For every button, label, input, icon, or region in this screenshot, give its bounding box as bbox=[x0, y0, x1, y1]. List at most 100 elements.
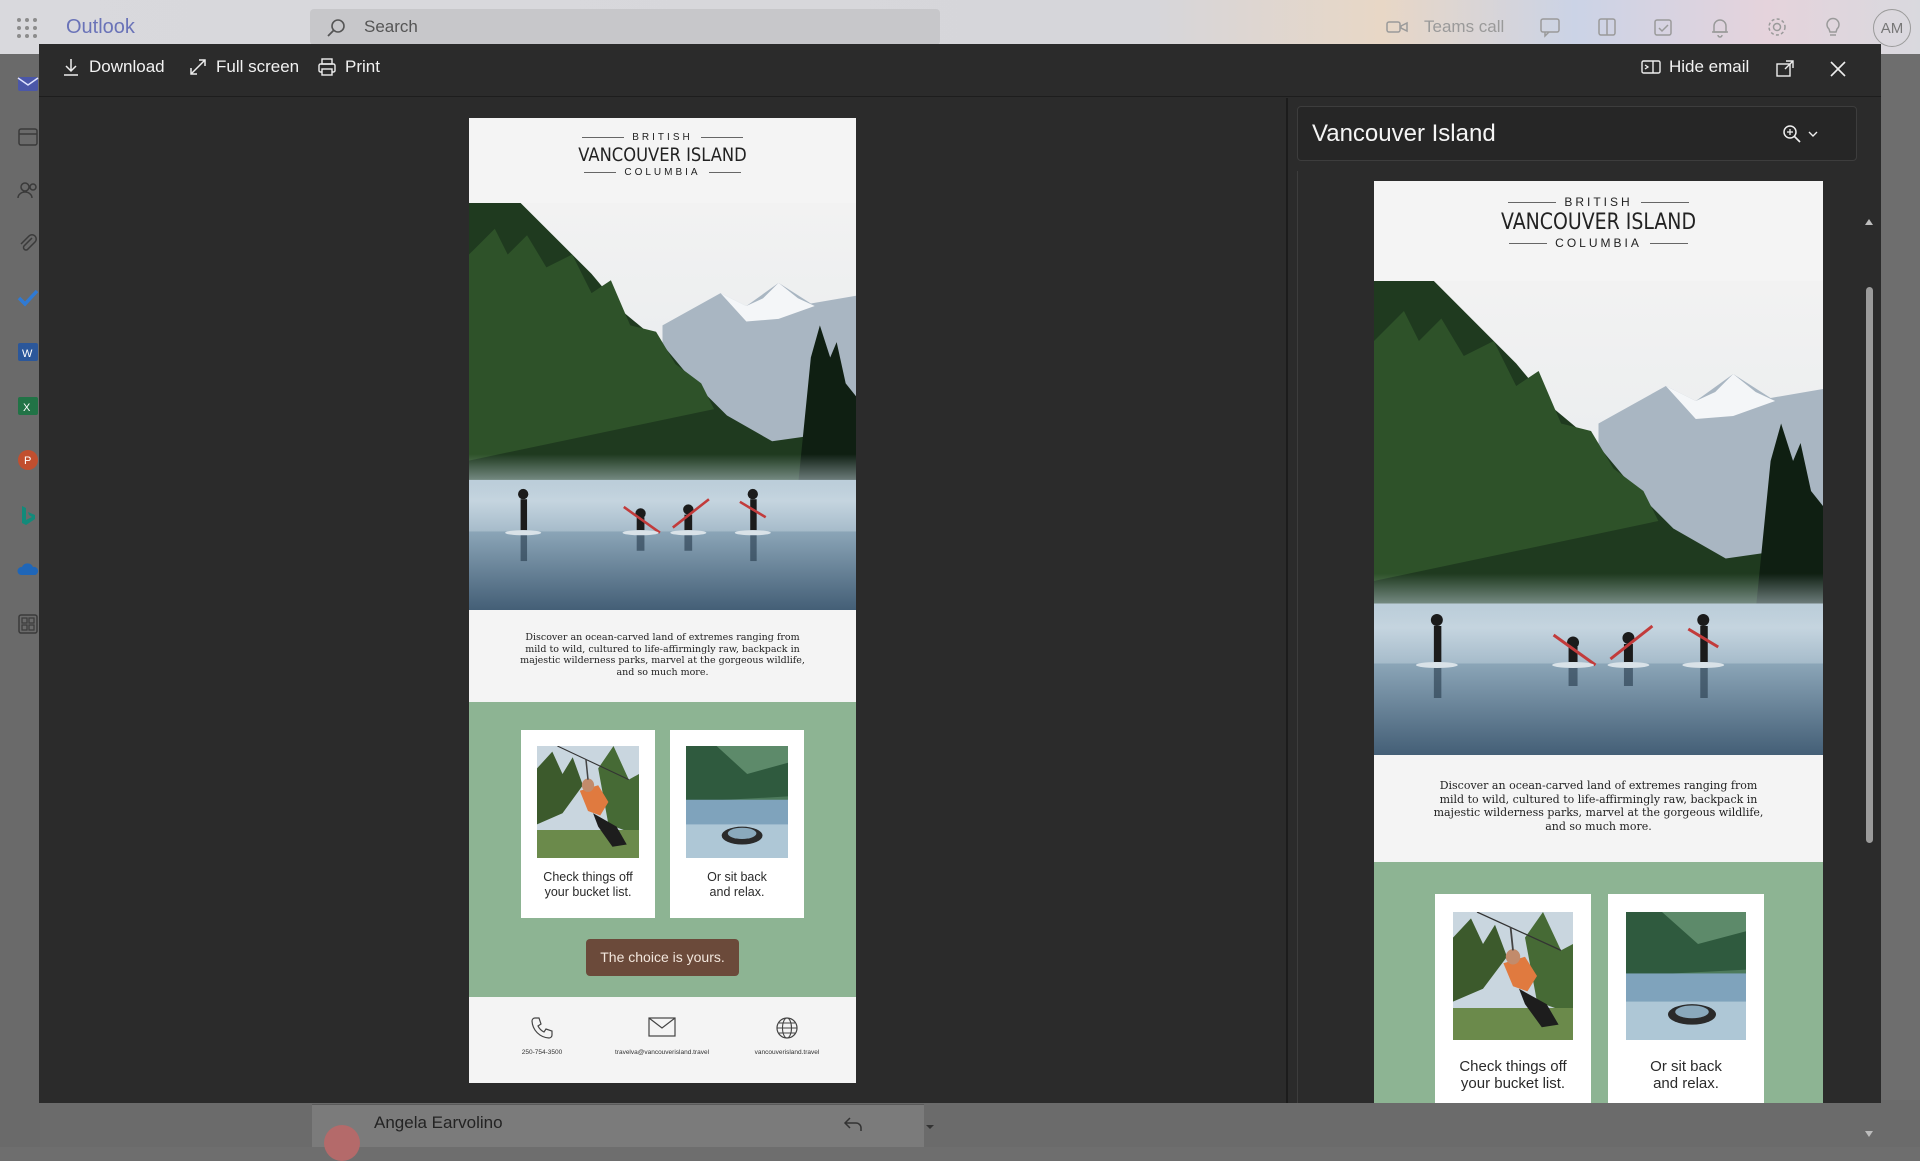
tile-caption-line: and relax. bbox=[1653, 1075, 1719, 1092]
globe-icon bbox=[737, 1015, 837, 1041]
teams-call-button[interactable]: Teams call bbox=[1386, 17, 1504, 37]
viewer-divider bbox=[1286, 98, 1288, 1103]
todo-rail-icon[interactable] bbox=[16, 286, 40, 310]
intro-line: mild to wild, cultured to life-affirming… bbox=[1439, 792, 1758, 806]
tile-caption-line: your bucket list. bbox=[544, 885, 632, 899]
app-launcher-icon[interactable] bbox=[16, 17, 38, 39]
hero-photo bbox=[1374, 281, 1823, 755]
my-day-icon[interactable] bbox=[1652, 16, 1674, 38]
pop-out-button[interactable] bbox=[1775, 59, 1795, 79]
teams-call-label: Teams call bbox=[1424, 17, 1505, 36]
mail-rail-icon[interactable] bbox=[16, 72, 40, 96]
intro-paragraph: Discover an ocean-carved land of extreme… bbox=[1374, 779, 1823, 833]
tile-relax[interactable]: Or sit back and relax. bbox=[1608, 894, 1764, 1103]
intro-paragraph: Discover an ocean-carved land of extreme… bbox=[469, 632, 856, 678]
bing-rail-icon[interactable] bbox=[16, 504, 40, 528]
chevron-down-icon bbox=[1808, 130, 1818, 138]
scroll-up-arrow[interactable] bbox=[1865, 219, 1873, 225]
attachment-viewer: Download Full screen Print Hide email BR… bbox=[39, 44, 1881, 1137]
zipline-photo bbox=[537, 746, 639, 858]
intro-line: Discover an ocean-carved land of extreme… bbox=[1439, 779, 1758, 792]
pop-out-icon bbox=[1775, 59, 1795, 79]
contact-website[interactable]: vancouverisland.travel bbox=[737, 1015, 837, 1056]
reply-icon[interactable] bbox=[842, 1115, 864, 1133]
tile-caption: Check things off your bucket list. bbox=[521, 870, 655, 900]
calendar-rail-icon[interactable] bbox=[16, 124, 40, 148]
tile-caption-line: your bucket list. bbox=[1460, 1075, 1566, 1092]
attachment-preview[interactable]: BRITISH VANCOUVER ISLAND COLUMBIA Discov… bbox=[469, 118, 856, 1083]
app-rail: W X P bbox=[0, 54, 40, 1147]
bell-icon[interactable] bbox=[1709, 16, 1731, 38]
onedrive-rail-icon[interactable] bbox=[16, 558, 40, 582]
excel-rail-icon[interactable]: X bbox=[16, 394, 40, 418]
contact-phone[interactable]: 250-754-3500 bbox=[497, 1015, 587, 1056]
hide-email-icon bbox=[1641, 58, 1661, 76]
tile-caption-line: and relax. bbox=[709, 885, 765, 899]
logo-top-text: BRITISH bbox=[1564, 195, 1633, 209]
reading-icon[interactable] bbox=[1596, 16, 1618, 38]
hide-email-label: Hide email bbox=[1669, 57, 1750, 76]
email-scrollbar[interactable] bbox=[1861, 215, 1877, 1145]
green-section: Check things off your bucket list. Or si… bbox=[1374, 862, 1823, 1103]
scrollbar-thumb[interactable] bbox=[1866, 287, 1873, 843]
print-button[interactable]: Print bbox=[317, 57, 380, 77]
logo-bottom-text: COLUMBIA bbox=[624, 167, 701, 178]
intro-line: mild to wild, cultured to life-affirming… bbox=[525, 643, 800, 655]
hide-email-button[interactable]: Hide email bbox=[1641, 57, 1749, 77]
video-icon bbox=[1386, 19, 1408, 35]
attachment-rail-icon[interactable] bbox=[16, 232, 40, 256]
chevron-down-icon[interactable] bbox=[924, 1123, 936, 1131]
more-apps-rail-icon[interactable] bbox=[16, 612, 40, 636]
close-button[interactable] bbox=[1828, 59, 1848, 79]
people-rail-icon[interactable] bbox=[16, 178, 40, 202]
search-box[interactable]: Search bbox=[310, 9, 940, 45]
svg-text:W: W bbox=[22, 348, 33, 360]
tile-bucket-list[interactable]: Check things off your bucket list. bbox=[521, 730, 655, 918]
background-email-sender-row[interactable]: Angela Earvolino bbox=[312, 1104, 934, 1161]
account-avatar[interactable]: AM bbox=[1873, 9, 1911, 47]
tile-relax[interactable]: Or sit back and relax. bbox=[670, 730, 804, 918]
search-icon bbox=[326, 18, 346, 38]
download-label: Download bbox=[89, 57, 165, 76]
tile-caption: Or sit back and relax. bbox=[1608, 1058, 1764, 1092]
tile-bucket-list[interactable]: Check things off your bucket list. bbox=[1435, 894, 1591, 1103]
gear-icon[interactable] bbox=[1766, 16, 1788, 38]
svg-text:P: P bbox=[24, 455, 31, 467]
intro-line: majestic wilderness parks, marvel at the… bbox=[520, 655, 805, 666]
print-icon bbox=[317, 57, 337, 77]
outlook-brand[interactable]: Outlook bbox=[66, 16, 135, 39]
intro-line: and so much more. bbox=[1545, 819, 1652, 833]
svg-text:X: X bbox=[23, 402, 31, 414]
scroll-down-arrow[interactable] bbox=[1865, 1131, 1873, 1137]
tile-caption: Or sit back and relax. bbox=[670, 870, 804, 900]
choice-cta-button[interactable]: The choice is yours. bbox=[586, 939, 739, 976]
logo-main-text: VANCOUVER ISLAND bbox=[578, 144, 747, 166]
email-panel: Vancouver Island BRITISH VANCOUVER ISLAN… bbox=[1297, 106, 1857, 1103]
sender-name: Angela Earvolino bbox=[374, 1113, 503, 1132]
download-button[interactable]: Download bbox=[61, 57, 165, 77]
intro-line: Discover an ocean-carved land of extreme… bbox=[525, 632, 800, 643]
zoom-icon bbox=[1782, 124, 1802, 144]
full-screen-button[interactable]: Full screen bbox=[188, 57, 299, 77]
brand-logo: BRITISH VANCOUVER ISLAND COLUMBIA bbox=[469, 132, 856, 178]
zoom-button[interactable] bbox=[1782, 124, 1818, 144]
full-screen-icon bbox=[188, 57, 208, 77]
logo-main-text: VANCOUVER ISLAND bbox=[1500, 210, 1697, 235]
hot-tub-photo bbox=[1626, 912, 1746, 1040]
email-panel-header: Vancouver Island bbox=[1297, 106, 1857, 161]
print-label: Print bbox=[345, 57, 380, 76]
phone-number: 250-754-3500 bbox=[521, 1049, 563, 1056]
hot-tub-photo bbox=[686, 746, 788, 858]
phone-icon bbox=[497, 1015, 587, 1041]
powerpoint-rail-icon[interactable]: P bbox=[16, 448, 40, 472]
search-placeholder: Search bbox=[364, 17, 418, 36]
email-body-scroll[interactable]: BRITISH VANCOUVER ISLAND COLUMBIA Discov… bbox=[1297, 171, 1857, 1103]
lightbulb-icon[interactable] bbox=[1822, 16, 1844, 38]
tile-caption: Check things off your bucket list. bbox=[1435, 1058, 1591, 1092]
contact-email[interactable]: travelva@vancouverisland.travel bbox=[597, 1015, 727, 1056]
viewer-toolbar: Download Full screen Print Hide email bbox=[39, 44, 1881, 97]
intro-line: majestic wilderness parks, marvel at the… bbox=[1433, 806, 1764, 819]
chat-icon[interactable] bbox=[1539, 16, 1561, 38]
contact-footer: 250-754-3500 travelva@vancouverisland.tr… bbox=[469, 997, 856, 1083]
word-rail-icon[interactable]: W bbox=[16, 340, 40, 364]
